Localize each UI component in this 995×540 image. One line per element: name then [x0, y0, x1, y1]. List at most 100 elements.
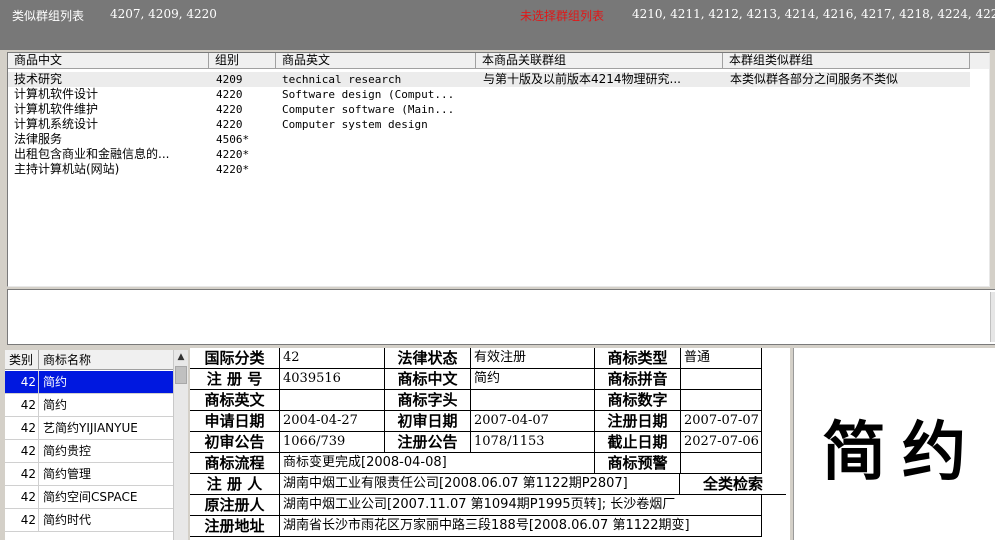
product-row[interactable]: 计算机软件设计 4220 Software design (Comput... — [8, 87, 989, 102]
brand-class: 42 — [5, 394, 39, 416]
value-pinyin — [681, 369, 762, 390]
label-warning: 商标预警 — [595, 453, 681, 474]
brand-class: 42 — [5, 509, 39, 531]
product-cell: 与第十版及以前版本4214物理研究... — [483, 72, 681, 86]
brand-class: 42 — [5, 440, 39, 462]
label-apply-date: 申请日期 — [190, 411, 280, 432]
value-legal-status: 有效注册 — [471, 348, 595, 369]
label-reg-date: 注册日期 — [595, 411, 681, 432]
value-apply-date: 2004-04-27 — [280, 411, 385, 432]
product-cell: 4506* — [216, 133, 250, 146]
col-header-similar-groups[interactable]: 本群组类似群组 — [723, 53, 970, 69]
brand-row[interactable]: 42 简约 — [5, 394, 173, 417]
product-cell: 计算机系统设计 — [14, 117, 99, 131]
trademark-image-panel: 简约 — [793, 348, 995, 540]
product-cell: 主持计算机站(网站) — [14, 162, 120, 176]
label-process: 商标流程 — [190, 453, 280, 474]
product-cell: 4220 — [216, 118, 243, 131]
label-initials: 商标字头 — [385, 390, 471, 411]
col-header-brand-name[interactable]: 商标名称 — [39, 350, 173, 370]
product-row[interactable]: 计算机软件维护 4220 Computer software (Main... — [8, 102, 989, 117]
brand-row[interactable]: 42 简约空间CSPACE — [5, 486, 173, 509]
unselected-groups-title[interactable]: 未选择群组列表 — [520, 7, 604, 24]
value-orig-registrant: 湖南中烟工业公司[2007.11.07 第1094期P1995页转]; 长沙卷烟… — [280, 495, 762, 516]
product-row[interactable]: 计算机系统设计 4220 Computer system design — [8, 117, 989, 132]
info-text-box[interactable] — [7, 289, 995, 345]
scroll-up-icon[interactable]: ▲ — [174, 350, 188, 365]
label-address: 注册地址 — [190, 516, 280, 537]
brand-name: 艺简约YIJIANYUE — [43, 421, 138, 435]
value-prelim-notice: 1066/739 — [280, 432, 385, 453]
brand-row[interactable]: 42 简约时代 — [5, 509, 173, 532]
value-mark-type: 普通 — [681, 348, 762, 369]
brand-class: 42 — [5, 486, 39, 508]
product-row[interactable]: 主持计算机站(网站) 4220* — [8, 162, 989, 177]
brand-class: 42 — [5, 463, 39, 485]
trademark-detail-table: 国际分类 42 法律状态 有效注册 商标类型 普通 注 册 号 4039516 … — [190, 348, 790, 540]
label-prelim-notice: 初审公告 — [190, 432, 280, 453]
brand-list[interactable]: 类别 商标名称 42 简约 42 简约 42 艺简约YIJIANYUE 42 简约贵控 42 简约… — [5, 350, 188, 540]
label-expiry: 截止日期 — [595, 432, 681, 453]
trademark-image-text: 简约 — [822, 415, 982, 490]
brand-row[interactable]: 42 简约 — [5, 371, 173, 394]
col-header-product-en[interactable]: 商品英文 — [276, 53, 476, 69]
product-cell: 4220 — [216, 103, 243, 116]
product-row[interactable]: 技术研究 4209 technical research 与第十版及以前版本4214物… — [8, 72, 970, 87]
brand-list-header: 类别 商标名称 — [5, 350, 173, 370]
col-header-class[interactable]: 类别 — [5, 350, 39, 370]
label-registrant: 注 册 人 — [190, 474, 280, 495]
product-cell: 本类似群各部分之间服务不类似 — [730, 72, 899, 86]
label-mark-cn: 商标中文 — [385, 369, 471, 390]
brand-name: 简约管理 — [43, 467, 92, 481]
brand-row[interactable]: 42 艺简约YIJIANYUE — [5, 417, 173, 440]
product-cell: 4220 — [216, 88, 243, 101]
label-mark-type: 商标类型 — [595, 348, 681, 369]
info-scrollbar[interactable] — [990, 292, 995, 342]
product-cell: 计算机软件设计 — [14, 87, 99, 101]
value-registrant: 湖南中烟工业有限责任公司[2008.06.07 第1122期P2807] — [280, 474, 680, 495]
col-header-group[interactable]: 组别 — [209, 53, 276, 69]
value-mark-en — [280, 390, 385, 411]
brand-class: 42 — [5, 417, 39, 439]
similar-groups-value: 4207, 4209, 4220 — [110, 7, 217, 21]
value-reg-notice: 1078/1153 — [471, 432, 595, 453]
brand-row[interactable]: 42 简约贵控 — [5, 440, 173, 463]
product-cell: 计算机软件维护 — [14, 102, 99, 116]
product-cell: 法律服务 — [14, 132, 63, 146]
product-row[interactable]: 法律服务 4506* — [8, 132, 989, 147]
brand-name: 简约时代 — [43, 513, 92, 527]
product-list[interactable]: 商品中文 组别 商品英文 本商品关联群组 本群组类似群组 技术研究 4209 tec… — [7, 52, 990, 287]
scroll-thumb[interactable] — [175, 366, 187, 384]
brand-list-scrollbar[interactable]: ▲ — [173, 350, 188, 540]
label-intl-class: 国际分类 — [190, 348, 280, 369]
brand-name: 简约贵控 — [43, 444, 92, 458]
product-row[interactable]: 出租包含商业和金融信息的... 4220* — [8, 147, 989, 162]
value-reg-no: 4039516 — [280, 369, 385, 390]
product-cell: 出租包含商业和金融信息的... — [14, 147, 170, 161]
top-bar: 类似群组列表 4207, 4209, 4220 未选择群组列表 4210, 42… — [0, 0, 995, 50]
brand-row[interactable]: 42 简约管理 — [5, 463, 173, 486]
label-reg-no: 注 册 号 — [190, 369, 280, 390]
product-cell: Computer system design — [282, 118, 428, 131]
value-digits — [681, 390, 762, 411]
product-cell: 4209 — [216, 73, 243, 86]
label-orig-registrant: 原注册人 — [190, 495, 280, 516]
value-warning — [681, 453, 762, 474]
value-prelim-date: 2007-04-07 — [471, 411, 595, 432]
similar-groups-title: 类似群组列表 — [12, 9, 85, 23]
col-header-related-groups[interactable]: 本商品关联群组 — [476, 53, 723, 69]
product-cell: 4220* — [216, 148, 250, 161]
col-header-product-cn[interactable]: 商品中文 — [8, 53, 209, 69]
label-legal-status: 法律状态 — [385, 348, 471, 369]
value-address: 湖南省长沙市雨花区万家丽中路三段188号[2008.06.07 第1122期变] — [280, 516, 762, 537]
label-mark-en: 商标英文 — [190, 390, 280, 411]
value-reg-date: 2007-07-07 — [681, 411, 762, 432]
product-cell: Software design (Comput... — [282, 88, 455, 101]
brand-name: 简约空间CSPACE — [43, 490, 138, 504]
all-class-search-button[interactable]: 全类检索 — [680, 474, 786, 495]
value-mark-cn: 简约 — [471, 369, 595, 390]
value-expiry: 2027-07-06 — [681, 432, 762, 453]
product-list-header: 商品中文 组别 商品英文 本商品关联群组 本群组类似群组 — [8, 53, 989, 69]
brand-name: 简约 — [43, 375, 68, 389]
value-initials — [471, 390, 595, 411]
